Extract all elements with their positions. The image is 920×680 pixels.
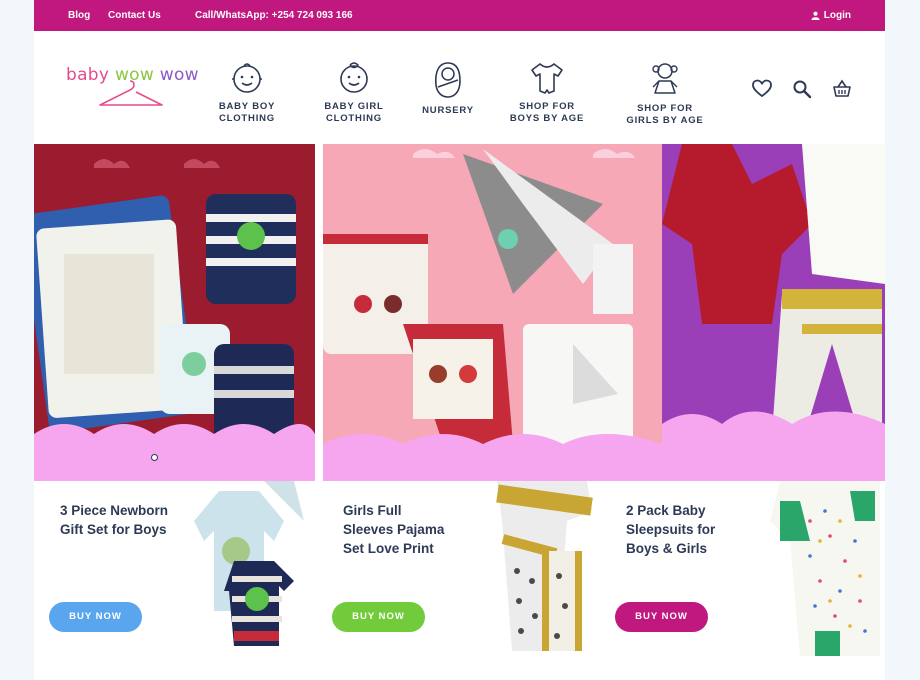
- login-link[interactable]: Login: [811, 10, 851, 21]
- nav-baby-girl-clothing[interactable]: BABY GIRL CLOTHING: [322, 61, 386, 125]
- hero-banner[interactable]: [34, 144, 885, 481]
- site-header: baby wow wow BABY BOY CLOTHING BABY GIRL…: [34, 31, 885, 144]
- nav-label: NURSERY: [422, 105, 474, 116]
- baby-boy-face-icon: [232, 63, 262, 93]
- buy-now-button[interactable]: BUY NOW: [49, 602, 142, 632]
- nav-label: SHOP FOR BOYS BY AGE: [509, 101, 585, 124]
- product-title[interactable]: Girls Full Sleeves Pajama Set Love Print: [343, 501, 453, 558]
- phone-number[interactable]: Call/WhatsApp: +254 724 093 166: [195, 10, 353, 21]
- heart-icon[interactable]: [752, 79, 772, 99]
- sleepwear-image: [662, 144, 885, 481]
- newborn-gift-set-image[interactable]: [174, 481, 314, 656]
- hero-panel-boys: [34, 144, 315, 481]
- product-title[interactable]: 2 Pack Baby Sleepsuits for Boys & Girls: [626, 501, 736, 558]
- girl-doll-icon: [652, 63, 678, 94]
- girls-pajama-set-image[interactable]: [457, 481, 597, 656]
- nav-baby-boy-clothing[interactable]: BABY BOY CLOTHING: [218, 61, 276, 125]
- search-icon[interactable]: [792, 79, 812, 99]
- nav-shop-boys-by-age[interactable]: SHOP FOR BOYS BY AGE: [508, 61, 586, 125]
- nav-label: BABY BOY CLOTHING: [218, 101, 276, 124]
- product-title[interactable]: 3 Piece Newborn Gift Set for Boys: [60, 501, 170, 539]
- hero-panel-sleepwear: [662, 144, 885, 481]
- basket-icon[interactable]: [832, 79, 852, 99]
- bodysuit-icon: [531, 63, 563, 94]
- swaddled-baby-icon: [434, 62, 461, 98]
- nav-label: BABY GIRL CLOTHING: [324, 101, 384, 124]
- boys-clothing-image: [34, 159, 315, 481]
- gift-set-image: [323, 149, 662, 481]
- buy-now-button[interactable]: BUY NOW: [615, 602, 708, 632]
- baby-girl-face-icon: [340, 62, 368, 93]
- nav-shop-girls-by-age[interactable]: SHOP FOR GIRLS BY AGE: [624, 61, 706, 127]
- product-row: 3 Piece Newborn Gift Set for Boys BUY NO…: [34, 481, 885, 656]
- sleepsuits-image[interactable]: [740, 481, 880, 656]
- contact-link[interactable]: Contact Us: [108, 10, 161, 21]
- product-card-newborn-gift: 3 Piece Newborn Gift Set for Boys BUY NO…: [34, 481, 317, 656]
- page-frame: Blog Contact Us Call/WhatsApp: +254 724 …: [34, 0, 885, 680]
- slider-dot[interactable]: [151, 454, 158, 461]
- login-label: Login: [823, 10, 851, 21]
- hanger-icon: [99, 80, 163, 106]
- blog-link[interactable]: Blog: [68, 10, 90, 21]
- nav-label: SHOP FOR GIRLS BY AGE: [626, 103, 704, 126]
- top-bar: Blog Contact Us Call/WhatsApp: +254 724 …: [34, 0, 885, 31]
- buy-now-button[interactable]: BUY NOW: [332, 602, 425, 632]
- nav-nursery[interactable]: NURSERY: [420, 61, 476, 117]
- product-card-girls-pajama: Girls Full Sleeves Pajama Set Love Print…: [317, 481, 600, 656]
- hero-panel-gifts: [323, 144, 662, 481]
- site-logo[interactable]: baby wow wow: [66, 65, 206, 111]
- product-card-sleepsuits: 2 Pack Baby Sleepsuits for Boys & Girls …: [600, 481, 883, 656]
- user-icon: [811, 11, 820, 20]
